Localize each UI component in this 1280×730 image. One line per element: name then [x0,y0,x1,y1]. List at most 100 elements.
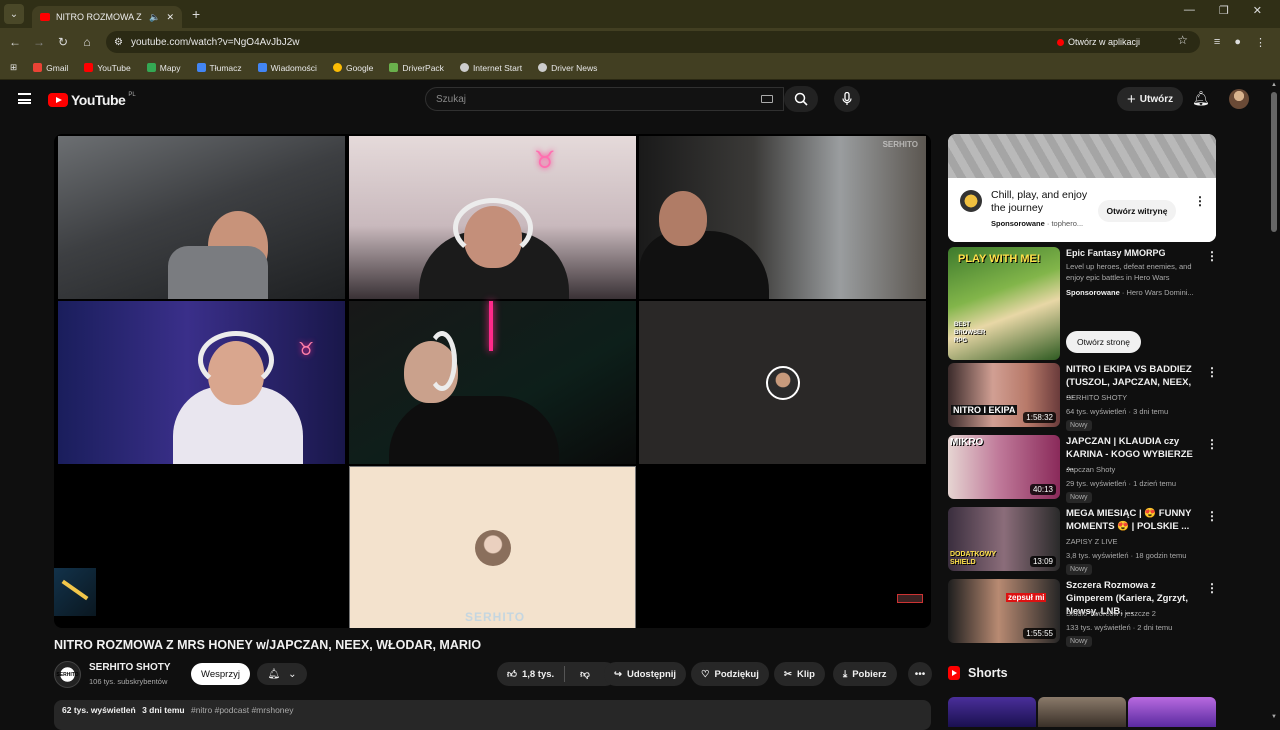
dislike-button[interactable]: 👎︎ [570,668,600,680]
subscription-bell-button[interactable]: 🔔︎ ⌄ [257,663,307,685]
hamburger-menu-icon[interactable] [18,93,31,104]
more-vertical-icon[interactable]: ⋮ [1206,581,1218,595]
video-thumbnail: MIKRO 40:13 [948,435,1060,499]
tab-search-button[interactable]: ⌄ [4,4,24,24]
bookmark-driverpack[interactable]: DriverPack [389,63,444,73]
minimize-icon[interactable]: — [1184,4,1195,17]
channel-name[interactable]: SERHITO SHOTY [89,662,171,673]
channel-avatar[interactable]: SERHITO [54,661,81,688]
sponsored-label: Sponsorowane [1066,288,1120,297]
bookmark-tlumacz[interactable]: Tłumacz [196,63,242,73]
bookmark-google[interactable]: Google [332,63,373,73]
voice-search-button[interactable] [834,86,860,112]
close-window-icon[interactable]: ✕ [1253,4,1262,17]
download-button[interactable]: ⤓ Pobierz [833,662,897,686]
address-bar[interactable]: ⚙ youtube.com/watch?v=NgO4AvJbJ2w Otwórz… [106,31,1200,53]
thumbs-down-icon: 👎︎ [580,669,590,680]
ad-item-hero-wars[interactable]: PLAY WITH ME! BEST BROWSER RPG Epic Fant… [948,247,1218,360]
chevron-down-icon: ⌄ [288,668,297,680]
short-thumbnail[interactable] [1038,697,1126,727]
advertiser-name: · Hero Wars Domini... [1121,288,1194,297]
like-button[interactable]: 👍︎ 1,8 tys. [497,666,566,682]
sponsored-label: Sponsorowane [991,219,1045,228]
keyboard-icon[interactable] [761,95,773,103]
logo-text: YouTube [71,92,126,108]
video-meta: 133 tys. wyświetleń · 2 dni temu [1066,623,1173,632]
search-input[interactable]: Szukaj [425,87,784,111]
channel-name[interactable]: Japczan Shoty [1066,465,1115,474]
new-badge: Nowy [1066,636,1092,647]
like-count: 1,8 tys. [521,668,555,680]
scroll-up-icon[interactable]: ▲ [1271,82,1277,88]
download-label: Pobierz [852,668,887,680]
scroll-down-icon[interactable]: ▼ [1271,714,1277,720]
more-vertical-icon[interactable]: ⋮ [1206,249,1218,263]
bookmark-gmail[interactable]: Gmail [33,63,68,73]
ad-title[interactable]: Chill, play, and enjoy the journey [991,189,1091,215]
channel-name[interactable]: SERHITO SHOTY [1066,393,1127,402]
short-thumbnail[interactable] [1128,697,1216,727]
notifications-bell-icon[interactable]: 🔔︎ [1192,90,1210,107]
more-vertical-icon[interactable]: ⋮ [1194,194,1206,208]
short-thumbnail[interactable] [948,697,1036,727]
bookmark-wiadomosci[interactable]: Wiadomości [257,63,317,73]
channel-name[interactable]: Studio Twórców i jeszcze 2 [1066,609,1156,618]
account-avatar[interactable] [1229,89,1249,109]
apps-grid-icon[interactable]: ⊞ [10,62,17,73]
hashtags[interactable]: #nitro #podcast #mrshoney [191,705,294,715]
clip-button[interactable]: ✂ Klip [774,662,825,686]
home-icon[interactable]: ⌂ [75,35,99,49]
create-button[interactable]: + Utwórz [1117,87,1184,111]
back-icon[interactable]: ← [3,35,27,49]
channel-corner-logo [54,568,96,616]
site-info-icon[interactable]: ⚙ [114,37,123,48]
bookmark-youtube[interactable]: YouTube [84,63,131,73]
open-website-button[interactable]: Otwórz witrynę [1098,200,1176,222]
scrollbar-thumb[interactable] [1271,92,1277,232]
shorts-title: Shorts [968,666,1008,680]
browser-toolbar: ← → ↻ ⌂ ⚙ youtube.com/watch?v=NgO4AvJbJ2… [0,28,1280,56]
more-vertical-icon[interactable]: ⋮ [1206,509,1218,523]
recommended-video[interactable]: DODATKOWY SHIELD 13:09 MEGA MIESIĄC | 😍 F… [948,507,1218,575]
support-button[interactable]: Wesprzyj [191,663,250,685]
more-actions-button[interactable]: ••• [908,662,932,686]
reading-list-icon[interactable]: ≡ [1214,36,1220,48]
video-pane-1 [58,136,345,299]
maximize-icon[interactable]: ❐ [1219,4,1229,17]
ad-item-title: Epic Fantasy MMORPG [1066,248,1166,258]
more-vertical-icon[interactable]: ⋮ [1206,365,1218,379]
youtube-logo[interactable]: YouTube PL [48,92,136,108]
forward-icon[interactable]: → [27,35,51,49]
recommended-video[interactable]: zepsuł mi 1:55:55 Szczera Rozmowa z Gimp… [948,579,1218,647]
clip-label: Klip [796,668,815,680]
browser-menu-icon[interactable]: ⋮ [1255,36,1266,49]
headphones [198,331,274,389]
new-tab-button[interactable]: + [192,6,200,22]
bookmark-driver-news[interactable]: Driver News [538,63,597,73]
bookmark-star-icon[interactable]: ☆ [1177,33,1188,47]
browser-tab[interactable]: NITRO ROZMOWA Z MRS H 🔈 ✕ [32,6,182,28]
bookmark-internet-start[interactable]: Internet Start [459,63,522,73]
news-icon [257,63,267,72]
channel-name[interactable]: ZAPISY Z LIVE [1066,537,1118,546]
search-button[interactable] [784,86,818,112]
page-scrollbar[interactable]: ▲ ▼ [1271,82,1277,720]
recommended-video[interactable]: MIKRO 40:13 JAPCZAN | KLAUDIA czy KARINA… [948,435,1218,503]
open-in-app-button[interactable]: Otwórz w aplikacji [1056,35,1140,49]
thanks-label: Podziękuj [714,668,759,680]
tab-close-icon[interactable]: ✕ [166,12,174,23]
profile-icon[interactable]: ● [1234,36,1241,48]
description-box[interactable]: 62 tys. wyświetleń 3 dni temu #nitro #po… [54,700,931,730]
open-page-button[interactable]: Otwórz stronę [1066,331,1141,353]
thanks-button[interactable]: ♡ Podziękuj [691,662,769,686]
video-player[interactable]: ♉︎ SERHITO ♉︎ SERHITO [54,134,931,628]
tab-audio-icon[interactable]: 🔈 [149,12,160,23]
share-button[interactable]: ↪ Udostępnij [604,662,687,686]
more-vertical-icon[interactable]: ⋮ [1206,437,1218,451]
recommended-video[interactable]: NITRO I EKIPA 1:58:32 NITRO I EKIPA VS B… [948,363,1218,431]
browser-tab-strip: ⌄ NITRO ROZMOWA Z MRS H 🔈 ✕ + — ❐ ✕ [0,0,1280,28]
ad-banner-image [948,134,1216,178]
ad-card[interactable]: Chill, play, and enjoy the journey Spons… [948,134,1216,242]
reload-icon[interactable]: ↻ [51,35,75,49]
bookmark-mapy[interactable]: Mapy [146,63,181,73]
